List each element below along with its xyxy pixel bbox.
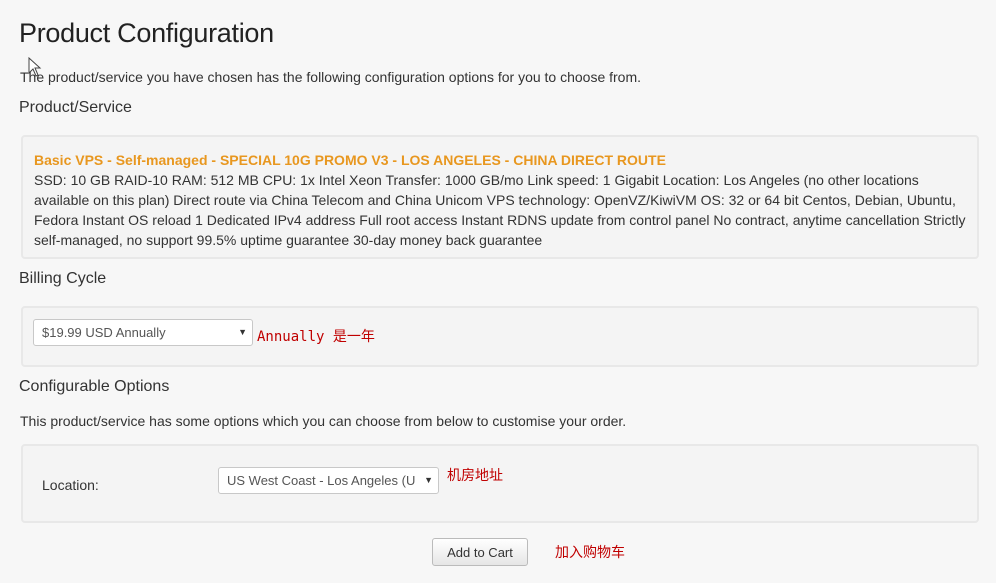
product-description: SSD: 10 GB RAID-10 RAM: 512 MB CPU: 1x I… bbox=[34, 172, 966, 248]
product-info-panel: Basic VPS - Self-managed - SPECIAL 10G P… bbox=[21, 135, 979, 259]
billing-annotation: Annually 是一年 bbox=[257, 329, 375, 345]
product-service-heading: Product/Service bbox=[19, 99, 132, 116]
location-selected-value: US West Coast - Los Angeles (U bbox=[227, 473, 416, 488]
add-to-cart-button[interactable]: Add to Cart bbox=[432, 538, 528, 566]
page-title: Product Configuration bbox=[19, 18, 274, 48]
billing-cycle-selected-value: $19.99 USD Annually bbox=[42, 325, 166, 340]
product-name: Basic VPS - Self-managed - SPECIAL 10G P… bbox=[34, 152, 666, 168]
dropdown-arrow-icon: ▼ bbox=[235, 320, 247, 345]
configurable-options-heading: Configurable Options bbox=[19, 378, 170, 395]
billing-cycle-select[interactable]: $19.99 USD Annually ▼ bbox=[33, 319, 253, 346]
billing-cycle-heading: Billing Cycle bbox=[19, 270, 107, 287]
billing-cycle-panel: $19.99 USD Annually ▼ Annually 是一年 bbox=[21, 306, 979, 367]
configurable-options-panel: Location: US West Coast - Los Angeles (U… bbox=[21, 444, 979, 523]
location-select[interactable]: US West Coast - Los Angeles (U ▼ bbox=[218, 467, 439, 494]
configurable-options-intro: This product/service has some options wh… bbox=[20, 413, 627, 429]
dropdown-arrow-icon: ▼ bbox=[421, 468, 433, 493]
location-label: Location: bbox=[42, 477, 99, 493]
location-annotation: 机房地址 bbox=[447, 468, 503, 484]
page-intro-text: The product/service you have chosen has … bbox=[20, 69, 642, 85]
add-to-cart-annotation: 加入购物车 bbox=[555, 545, 625, 561]
